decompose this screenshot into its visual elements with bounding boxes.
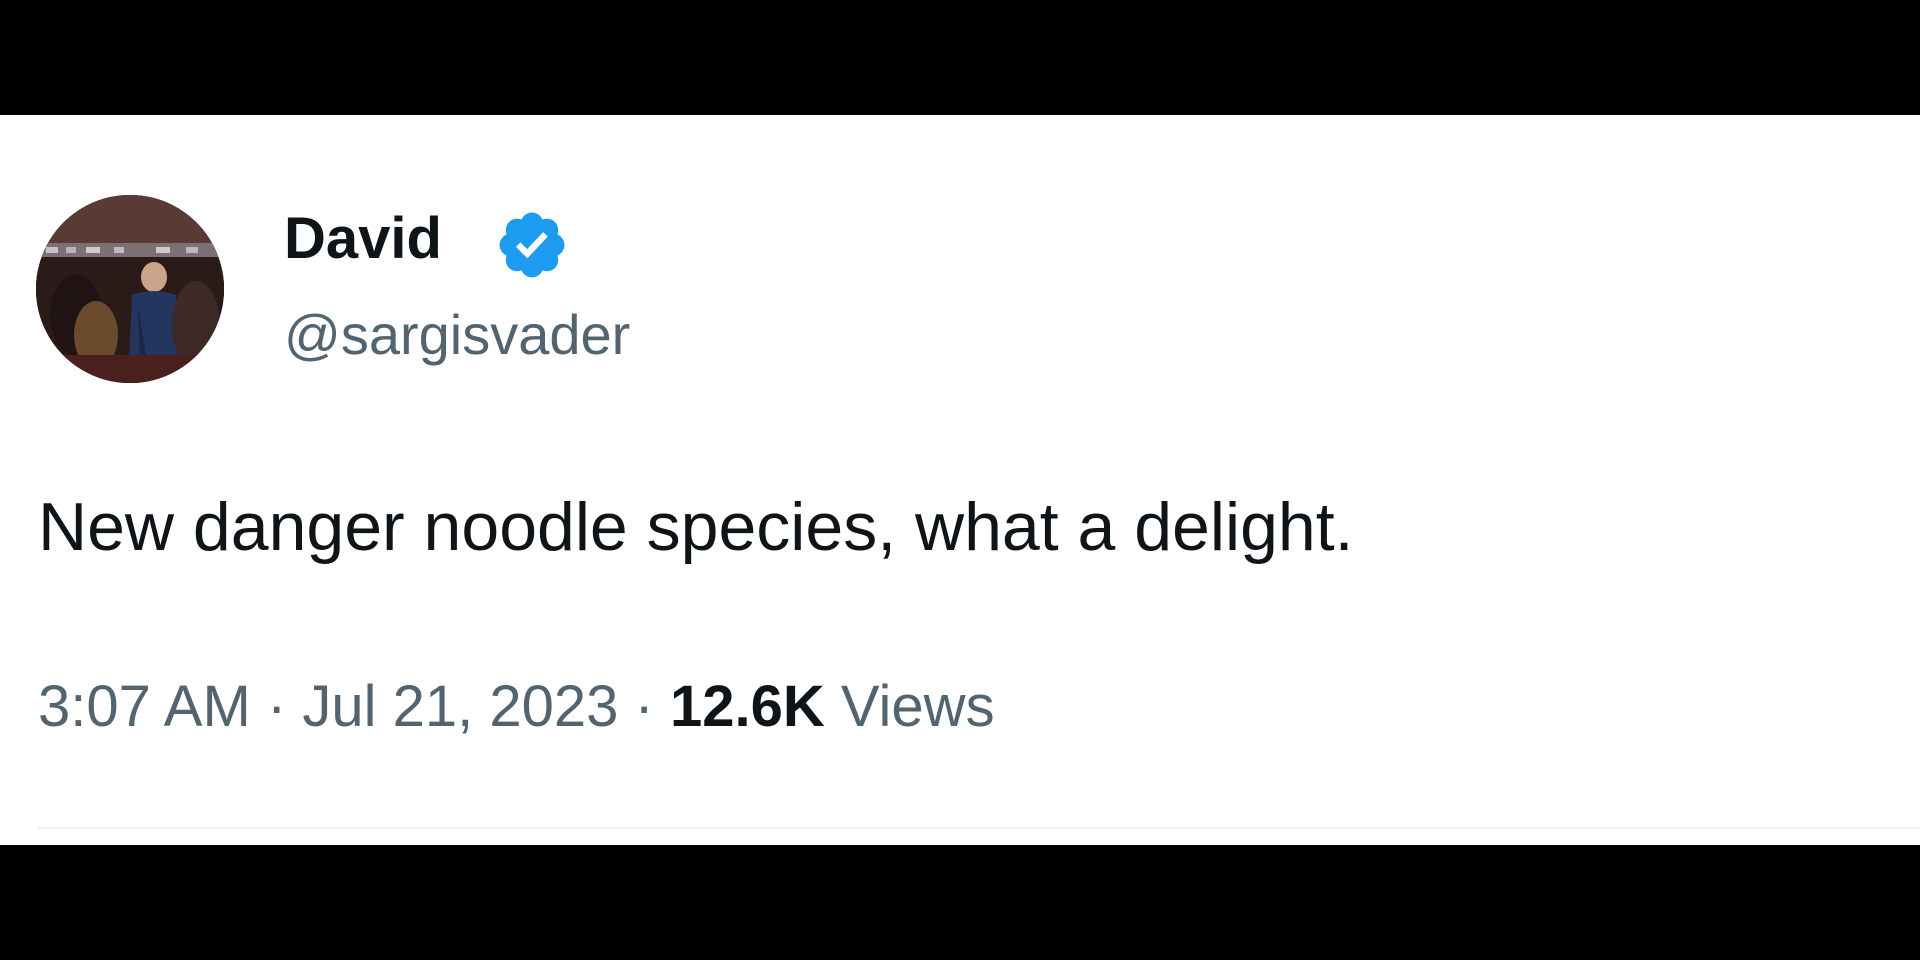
- views-count: 12.6K: [670, 674, 825, 739]
- verified-badge-icon: [499, 212, 565, 278]
- avatar[interactable]: [36, 195, 224, 383]
- tweet-meta: 3:07 AM · Jul 21, 2023 · 12.6K Views: [38, 678, 995, 736]
- letterbox-top: [0, 0, 1920, 115]
- views-label: Views: [840, 674, 995, 739]
- tweet-date[interactable]: Jul 21, 2023: [302, 674, 618, 739]
- letterbox-bottom: [0, 845, 1920, 960]
- tweet-text: New danger noodle species, what a deligh…: [38, 489, 1354, 565]
- avatar-photo-icon: [36, 195, 224, 383]
- meta-separator: ·: [266, 674, 287, 739]
- divider: [38, 827, 1920, 829]
- author-display-name[interactable]: David: [284, 210, 442, 268]
- meta-separator: ·: [634, 674, 654, 739]
- tweet-time[interactable]: 3:07 AM: [38, 674, 251, 739]
- tweet-card: David @sargisvader New danger noodle spe…: [0, 115, 1920, 845]
- author-handle[interactable]: @sargisvader: [284, 307, 630, 363]
